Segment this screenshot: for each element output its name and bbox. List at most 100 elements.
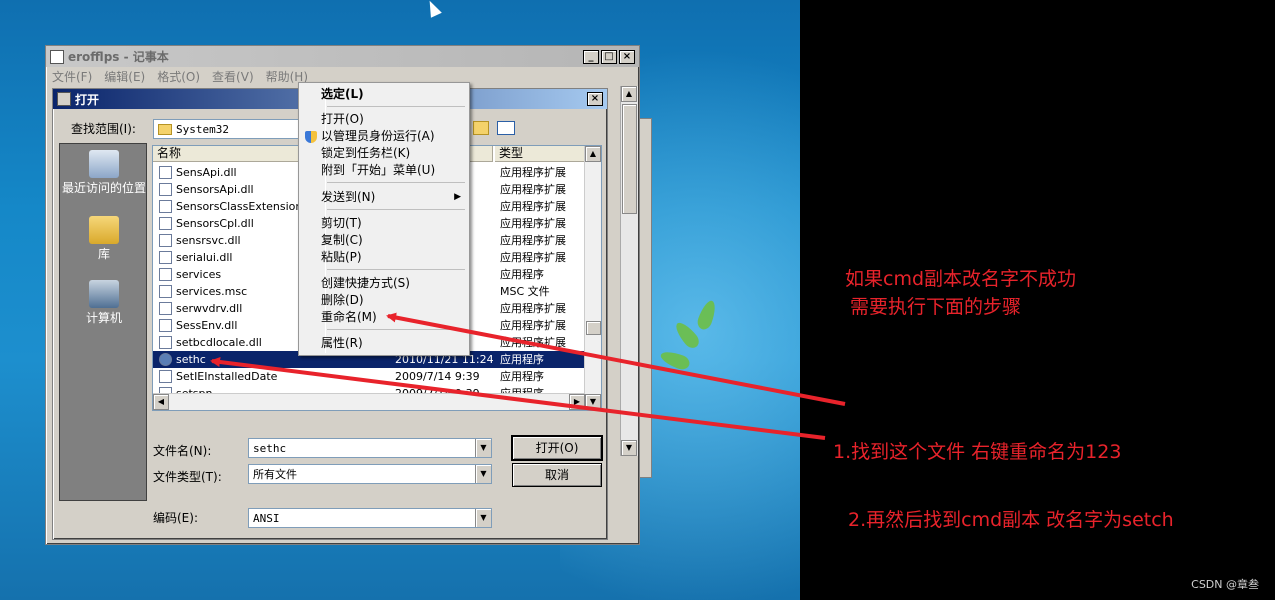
- menu-separator: [327, 209, 465, 210]
- encoding-combo[interactable]: ANSI ▼: [248, 508, 492, 528]
- menu-item-rename[interactable]: 重命名(M): [301, 309, 467, 326]
- notepad-scrollbar[interactable]: ▲ ▼: [620, 86, 638, 456]
- file-icon: [159, 336, 172, 349]
- file-icon: [159, 183, 172, 196]
- file-list-vscroll[interactable]: ▲ ▼: [584, 146, 601, 410]
- file-name: SetIEInstalledDate: [176, 370, 278, 383]
- menu-item-label: 属性(R): [321, 336, 363, 350]
- menu-item-copy[interactable]: 复制(C): [301, 232, 467, 249]
- recent-places-icon: [89, 150, 119, 178]
- file-name: setbcdlocale.dll: [176, 336, 262, 349]
- file-icon: [159, 234, 172, 247]
- file-icon: [159, 319, 172, 332]
- view-menu-icon[interactable]: [497, 121, 515, 135]
- menu-separator: [327, 106, 465, 107]
- menu-separator: [327, 269, 465, 270]
- file-name: serialui.dll: [176, 251, 233, 264]
- notepad-title: erofflps - 记事本: [68, 50, 169, 64]
- annotation-note-2: 需要执行下面的步骤: [850, 296, 1022, 318]
- notepad-icon: [50, 49, 64, 64]
- table-row[interactable]: SetIEInstalledDate 2009/7/14 9:39 应用程序: [153, 368, 585, 385]
- filetype-value: 所有文件: [253, 468, 297, 481]
- file-type: 应用程序: [500, 268, 544, 281]
- menu-item-create-shortcut[interactable]: 创建快捷方式(S): [301, 275, 467, 292]
- annotation-step-2: 2.再然后找到cmd副本 改名字为setch: [848, 509, 1174, 531]
- scroll-left-icon[interactable]: ◀: [153, 394, 169, 410]
- menu-item-label: 附到「开始」菜单(U): [321, 163, 436, 177]
- filetype-combo[interactable]: 所有文件 ▼: [248, 464, 492, 484]
- menu-item-cut[interactable]: 剪切(T): [301, 215, 467, 232]
- menu-item-pin-taskbar[interactable]: 锁定到任务栏(K): [301, 145, 467, 162]
- cancel-button[interactable]: 取消: [512, 463, 602, 487]
- lookin-value: System32: [176, 122, 229, 136]
- menu-item-pin-start[interactable]: 附到「开始」菜单(U): [301, 162, 467, 179]
- notepad-titlebar[interactable]: erofflps - 记事本 _ □ ×: [46, 46, 639, 67]
- filetype-label: 文件类型(T):: [153, 470, 222, 484]
- filename-label: 文件名(N):: [153, 444, 212, 458]
- menu-item-run-as-admin[interactable]: 以管理员身份运行(A): [301, 128, 467, 145]
- file-icon: [159, 166, 172, 179]
- file-icon: [159, 370, 172, 383]
- lookin-combo[interactable]: System32: [153, 119, 303, 139]
- file-date: 2009/7/14 9:39: [395, 370, 480, 383]
- new-folder-icon[interactable]: [473, 121, 489, 135]
- place-computer-label: 计算机: [85, 311, 122, 325]
- menu-item-open[interactable]: 打开(O): [301, 111, 467, 128]
- place-libraries[interactable]: 库: [60, 216, 148, 261]
- column-type-header[interactable]: 类型: [495, 146, 585, 162]
- menu-item-properties[interactable]: 属性(R): [301, 335, 467, 352]
- menu-item-label: 锁定到任务栏(K): [321, 146, 411, 160]
- menu-item-delete[interactable]: 删除(D): [301, 292, 467, 309]
- scroll-thumb[interactable]: [622, 104, 637, 214]
- computer-icon: [89, 280, 119, 308]
- scroll-up-icon[interactable]: ▲: [585, 146, 601, 162]
- file-icon: [159, 302, 172, 315]
- scroll-up-icon[interactable]: ▲: [621, 86, 637, 102]
- chevron-down-icon[interactable]: ▼: [475, 465, 491, 483]
- close-icon[interactable]: ×: [619, 49, 635, 64]
- menu-file[interactable]: 文件(F): [52, 68, 92, 85]
- encoding-value: ANSI: [253, 511, 280, 525]
- file-icon: [159, 268, 172, 281]
- dialog-close-icon[interactable]: ×: [587, 92, 603, 106]
- menu-view[interactable]: 查看(V): [212, 68, 254, 85]
- scroll-down-icon[interactable]: ▼: [621, 440, 637, 456]
- menu-edit[interactable]: 编辑(E): [104, 68, 145, 85]
- place-recent[interactable]: 最近访问的位置: [60, 150, 148, 195]
- menu-item-label: 粘贴(P): [321, 250, 362, 264]
- folder-icon: [158, 123, 172, 135]
- menu-item-label: 复制(C): [321, 233, 363, 247]
- file-type: 应用程序扩展: [500, 336, 566, 349]
- menu-item-label: 选定(L): [321, 87, 364, 101]
- file-list-hscroll[interactable]: ◀ ▶: [153, 393, 585, 410]
- file-name: sensrsvc.dll: [176, 234, 241, 247]
- file-name: SensorsCpl.dll: [176, 217, 254, 230]
- scroll-right-icon[interactable]: ▶: [569, 394, 585, 410]
- open-button[interactable]: 打开(O): [511, 435, 603, 461]
- file-name: services.msc: [176, 285, 248, 298]
- place-computer[interactable]: 计算机: [60, 280, 148, 325]
- file-type: 应用程序扩展: [500, 319, 566, 332]
- menu-item-select[interactable]: 选定(L): [301, 86, 467, 103]
- file-type: 应用程序扩展: [500, 166, 566, 179]
- menu-item-paste[interactable]: 粘贴(P): [301, 249, 467, 266]
- menu-format[interactable]: 格式(O): [157, 68, 200, 85]
- file-icon: [159, 251, 172, 264]
- menu-item-send-to[interactable]: 发送到(N) ▶: [301, 189, 467, 206]
- library-icon: [89, 216, 119, 244]
- file-type: 应用程序扩展: [500, 234, 566, 247]
- maximize-icon[interactable]: □: [601, 49, 617, 64]
- minimize-icon[interactable]: _: [583, 49, 599, 64]
- file-name: sethc: [176, 353, 206, 366]
- chevron-down-icon[interactable]: ▼: [475, 509, 491, 527]
- scroll-down-icon[interactable]: ▼: [585, 394, 601, 410]
- filename-combo[interactable]: sethc ▼: [248, 438, 492, 458]
- file-type: 应用程序扩展: [500, 183, 566, 196]
- places-bar: 最近访问的位置 库 计算机: [59, 143, 147, 501]
- file-name: SensorsApi.dll: [176, 183, 254, 196]
- chevron-down-icon[interactable]: ▼: [475, 439, 491, 457]
- scroll-thumb[interactable]: [586, 321, 601, 335]
- menu-item-label: 重命名(M): [321, 310, 377, 324]
- menu-item-label: 打开(O): [321, 112, 364, 126]
- shield-icon: [305, 131, 317, 143]
